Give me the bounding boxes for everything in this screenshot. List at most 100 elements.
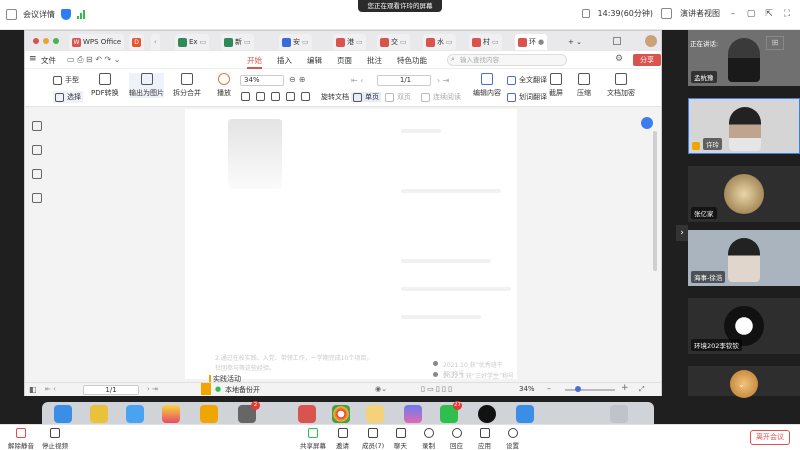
- participant-tile[interactable]: 许玲: [688, 98, 800, 154]
- safari-icon[interactable]: [126, 405, 144, 423]
- wechat-icon[interactable]: 27: [440, 401, 462, 423]
- single-page-button[interactable]: 单页: [351, 92, 381, 102]
- signal-icon[interactable]: [77, 10, 85, 19]
- window-restore-icon[interactable]: [613, 37, 621, 45]
- stop-video-button[interactable]: 停止视频: [42, 428, 68, 450]
- chrome-icon[interactable]: [332, 405, 350, 423]
- zoom-in-icon[interactable]: +: [621, 383, 629, 393]
- tab-3[interactable]: 港 ▭: [333, 34, 366, 50]
- finder-icon[interactable]: [54, 405, 72, 423]
- grid-layout-icon[interactable]: ⊞: [766, 36, 784, 50]
- system-settings-icon[interactable]: 2: [238, 401, 260, 423]
- split-merge-button[interactable]: 拆分合并: [173, 73, 201, 98]
- word-translate-button[interactable]: 划词翻译: [507, 92, 547, 102]
- full-translate-button[interactable]: 全文翻译: [507, 75, 547, 85]
- share-button[interactable]: 分享: [633, 54, 661, 66]
- tab-4[interactable]: 交 ▭: [377, 34, 410, 50]
- avatar[interactable]: [645, 35, 657, 47]
- launchpad-icon[interactable]: [90, 405, 108, 423]
- tab-5[interactable]: 水 ▭: [423, 34, 456, 50]
- tab-back-icon[interactable]: ‹: [151, 34, 160, 50]
- quick-access-icons[interactable]: ▭ ⎙ ⊟ ↶ ↷ ⌄: [67, 55, 121, 65]
- status-page-input[interactable]: 1/1: [83, 385, 139, 395]
- menu-insert[interactable]: 插入: [277, 55, 292, 66]
- fit-window-icon[interactable]: ⤢: [639, 385, 645, 394]
- fullscreen-icon[interactable]: ⛶: [782, 9, 792, 19]
- close-icon[interactable]: ●: [538, 38, 544, 46]
- restore-icon[interactable]: ▢: [746, 9, 756, 19]
- qq-icon[interactable]: [478, 405, 496, 423]
- rotate-icon[interactable]: [301, 92, 310, 101]
- tab-2[interactable]: 安 ▭: [279, 34, 312, 50]
- grid-icon[interactable]: [286, 92, 295, 101]
- participant-tile[interactable]: 环境202李钦钦: [688, 298, 800, 354]
- menu-features[interactable]: 特色功能: [397, 55, 427, 66]
- trash-icon[interactable]: [610, 405, 628, 423]
- minimize-icon[interactable]: –: [728, 9, 738, 19]
- select-tool[interactable]: 选择: [53, 91, 83, 103]
- page-nav-next[interactable]: › ⇥: [437, 76, 449, 85]
- fullscreen-icon[interactable]: [256, 92, 265, 101]
- view-mode-button[interactable]: 演讲者视图: [680, 8, 720, 19]
- record-button[interactable]: 录制: [422, 428, 435, 450]
- menu-page[interactable]: 页面: [337, 55, 352, 66]
- settings-button[interactable]: 设置: [506, 428, 519, 450]
- sidebar-toggle-icon[interactable]: ◧: [29, 385, 37, 394]
- vertical-scrollbar[interactable]: [653, 131, 657, 271]
- hamburger-icon[interactable]: ≡: [29, 54, 37, 64]
- zoom-select[interactable]: 34%: [240, 75, 284, 86]
- view-tools[interactable]: [241, 92, 310, 101]
- participant-tile[interactable]: 张亿家: [688, 166, 800, 222]
- tab-6[interactable]: 村 ▭: [469, 34, 502, 50]
- zoom-out-icon[interactable]: ⊖: [289, 75, 296, 84]
- fit-icon[interactable]: [241, 92, 250, 101]
- zoom-controls[interactable]: ⊖ ⊕: [289, 75, 305, 84]
- zoom-out-icon[interactable]: –: [547, 384, 551, 393]
- rotate-button[interactable]: 旋转文档: [321, 92, 349, 102]
- app-icon[interactable]: [404, 405, 422, 423]
- reactions-button[interactable]: 回应: [450, 428, 463, 450]
- bookmark-icon[interactable]: [32, 121, 42, 131]
- shield-icon[interactable]: [61, 9, 71, 20]
- page-nav-next-icons[interactable]: › ⇥: [147, 385, 158, 393]
- menu-home[interactable]: 开始: [247, 55, 262, 69]
- new-tab-icon[interactable]: + ⌄: [565, 34, 585, 50]
- thumbnail-icon[interactable]: [32, 145, 42, 155]
- invite-button[interactable]: 邀请: [336, 428, 349, 450]
- menu-comment[interactable]: 批注: [367, 55, 382, 66]
- pdf-convert-button[interactable]: PDF转换: [91, 73, 119, 98]
- page-nav-prev[interactable]: ⇤ ‹: [351, 76, 363, 85]
- screenshot-button[interactable]: 截屏: [549, 73, 563, 98]
- ai-assistant-icon[interactable]: [641, 117, 653, 129]
- zoom-slider[interactable]: [565, 389, 615, 391]
- tab-wps-home[interactable]: W WPS Office: [69, 34, 125, 50]
- view-mode-icons[interactable]: ▯ ▭ ▯ ▯ ▯: [421, 385, 452, 393]
- tab-docer[interactable]: D: [129, 34, 144, 50]
- zoom-value[interactable]: 34%: [519, 385, 535, 393]
- leave-meeting-button[interactable]: 离开会议: [750, 430, 790, 445]
- app-store-icon[interactable]: [516, 405, 534, 423]
- double-page-button[interactable]: 双页: [385, 92, 411, 102]
- meeting-info[interactable]: 会议详情: [6, 9, 85, 20]
- settings-icon[interactable]: ⚙: [615, 54, 623, 64]
- comment-icon[interactable]: [32, 169, 42, 179]
- zoom-slider-knob[interactable]: [575, 386, 581, 392]
- tab-0[interactable]: Ex ▭: [175, 34, 210, 50]
- pin-icon[interactable]: ⇱: [764, 9, 774, 19]
- page-nav-icons[interactable]: ⇤ ‹: [45, 385, 56, 393]
- tab-7[interactable]: 环 ●: [515, 34, 548, 50]
- continuous-read-button[interactable]: 连续阅读: [421, 92, 461, 102]
- notes-icon[interactable]: [200, 405, 218, 423]
- export-image-button[interactable]: 输出为图片: [129, 73, 164, 98]
- menu-edit[interactable]: 编辑: [307, 55, 322, 66]
- compress-button[interactable]: 压缩: [577, 73, 591, 98]
- participant-tile[interactable]: ⌄: [688, 366, 800, 398]
- calendar-icon[interactable]: [298, 405, 316, 423]
- search-input[interactable]: 输入查找内容: [447, 54, 567, 66]
- zoom-in-icon[interactable]: ⊕: [299, 75, 306, 84]
- play-button[interactable]: 播放: [217, 73, 231, 98]
- mute-button[interactable]: 解除静音: [8, 428, 34, 450]
- chat-button[interactable]: 聊天: [394, 428, 407, 450]
- photos-icon[interactable]: [162, 405, 180, 423]
- apps-button[interactable]: 应用: [478, 428, 491, 450]
